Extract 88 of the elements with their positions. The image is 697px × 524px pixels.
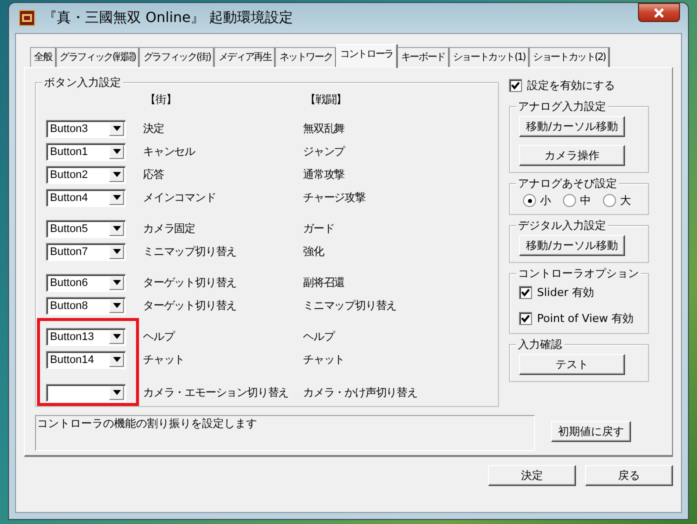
label: 強化 <box>303 244 324 259</box>
caret-icon <box>112 334 120 339</box>
label: ジャンプ <box>303 144 345 159</box>
label: キャンセル <box>143 144 196 159</box>
radio-label: 大 <box>620 193 631 208</box>
tab[interactable]: ショートカット(2) <box>529 47 610 67</box>
dropdown[interactable]: Button8 <box>46 296 126 314</box>
label: カメラ固定 <box>143 221 196 236</box>
button[interactable]: 移動/カーソル移動 <box>519 116 625 137</box>
caret-icon <box>112 226 120 231</box>
dropdown[interactable]: Button1 <box>46 142 126 160</box>
label: 副将召還 <box>303 275 345 290</box>
button[interactable]: 決定 <box>488 465 576 486</box>
tab[interactable]: ショートカット(1) <box>448 47 530 67</box>
checkbox[interactable] <box>519 286 532 298</box>
caret-icon <box>112 390 120 395</box>
caret-icon <box>112 195 120 200</box>
button[interactable]: テスト <box>519 354 625 375</box>
caret-icon <box>112 357 120 362</box>
dropdown[interactable]: Button3 <box>46 120 126 138</box>
group-title: ボタン入力設定 <box>42 75 123 90</box>
description-box: コントローラの機能の割り振りを設定します <box>35 415 535 451</box>
dropdown[interactable]: Button4 <box>46 188 126 206</box>
label: ターゲット切り替え <box>143 298 238 313</box>
check-icon <box>511 80 520 90</box>
button[interactable]: 戻る <box>585 465 673 486</box>
dropdown[interactable]: Button2 <box>46 166 126 184</box>
dropdown[interactable]: Button5 <box>46 220 126 238</box>
radio-label: 中 <box>580 193 591 208</box>
dropdown[interactable]: Button7 <box>46 242 126 260</box>
tab[interactable]: グラフィック(街) <box>139 47 216 67</box>
group-title: アナログ入力設定 <box>516 99 608 114</box>
label: ミニマップ切り替え <box>303 298 397 313</box>
label: カメラ・エモーション切り替え <box>143 385 290 400</box>
label: チャット <box>143 352 186 367</box>
radio-button[interactable] <box>523 194 536 207</box>
close-button[interactable] <box>638 3 680 22</box>
app-icon <box>19 10 35 26</box>
check-icon <box>521 314 530 322</box>
checkbox-label: Point of View 有効 <box>537 310 634 326</box>
window-title: 『真・三國無双 Online』 起動環境設定 <box>43 9 294 27</box>
group-title: 入力確認 <box>516 337 564 352</box>
label: ガード <box>303 221 334 236</box>
close-icon <box>653 8 665 18</box>
tab[interactable]: キーボード <box>396 47 450 67</box>
caret-icon <box>112 303 120 308</box>
label: ターゲット切り替え <box>143 275 238 290</box>
radio-label: 小 <box>540 193 551 208</box>
check-icon <box>521 288 530 296</box>
caret-icon <box>112 280 120 285</box>
label: 応答 <box>143 167 165 182</box>
checkbox[interactable] <box>509 78 522 92</box>
tab[interactable]: コントローラ <box>336 44 398 68</box>
dropdown[interactable]: Button13 <box>46 328 126 346</box>
checkbox-label: 設定を有効にする <box>527 78 615 92</box>
button[interactable]: カメラ操作 <box>519 145 625 166</box>
column-header: 【戦闘】 <box>305 92 347 106</box>
label: 決定 <box>143 121 165 136</box>
caret-icon <box>112 172 120 177</box>
dropdown[interactable] <box>46 384 126 402</box>
label: ヘルプ <box>143 329 176 344</box>
button[interactable]: 移動/カーソル移動 <box>519 235 625 256</box>
tab[interactable]: 全般 <box>30 47 57 67</box>
dropdown[interactable]: Button6 <box>46 274 126 292</box>
dropdown[interactable]: Button14 <box>46 350 126 368</box>
reset-button[interactable]: 初期値に戻す <box>551 421 631 442</box>
label: メインコマンド <box>143 190 217 205</box>
group-title: デジタル入力設定 <box>516 218 608 233</box>
radio-button[interactable] <box>563 194 576 207</box>
label: カメラ・かけ声切り替え <box>303 385 418 400</box>
group-title: アナログあそび設定 <box>516 176 619 191</box>
caret-icon <box>112 126 120 131</box>
caret-icon <box>112 149 120 154</box>
tab[interactable]: ネットワーク <box>275 47 338 67</box>
caret-icon <box>112 249 120 254</box>
radio-button[interactable] <box>603 194 616 207</box>
label: ヘルプ <box>303 329 334 344</box>
tab[interactable]: グラフィック(戦闘) <box>56 47 140 67</box>
label: ミニマップ切り替え <box>143 244 238 259</box>
label: チャット <box>303 352 345 367</box>
label: チャージ攻撃 <box>303 190 366 205</box>
label: 通常攻撃 <box>303 167 345 182</box>
label: 無双乱舞 <box>303 121 345 136</box>
checkbox-label: Slider 有効 <box>537 284 594 300</box>
column-header: 【街】 <box>145 92 178 106</box>
group-title: コントローラオプション <box>516 266 641 281</box>
checkbox[interactable] <box>519 312 532 324</box>
tab[interactable]: メディア再生 <box>214 47 276 67</box>
